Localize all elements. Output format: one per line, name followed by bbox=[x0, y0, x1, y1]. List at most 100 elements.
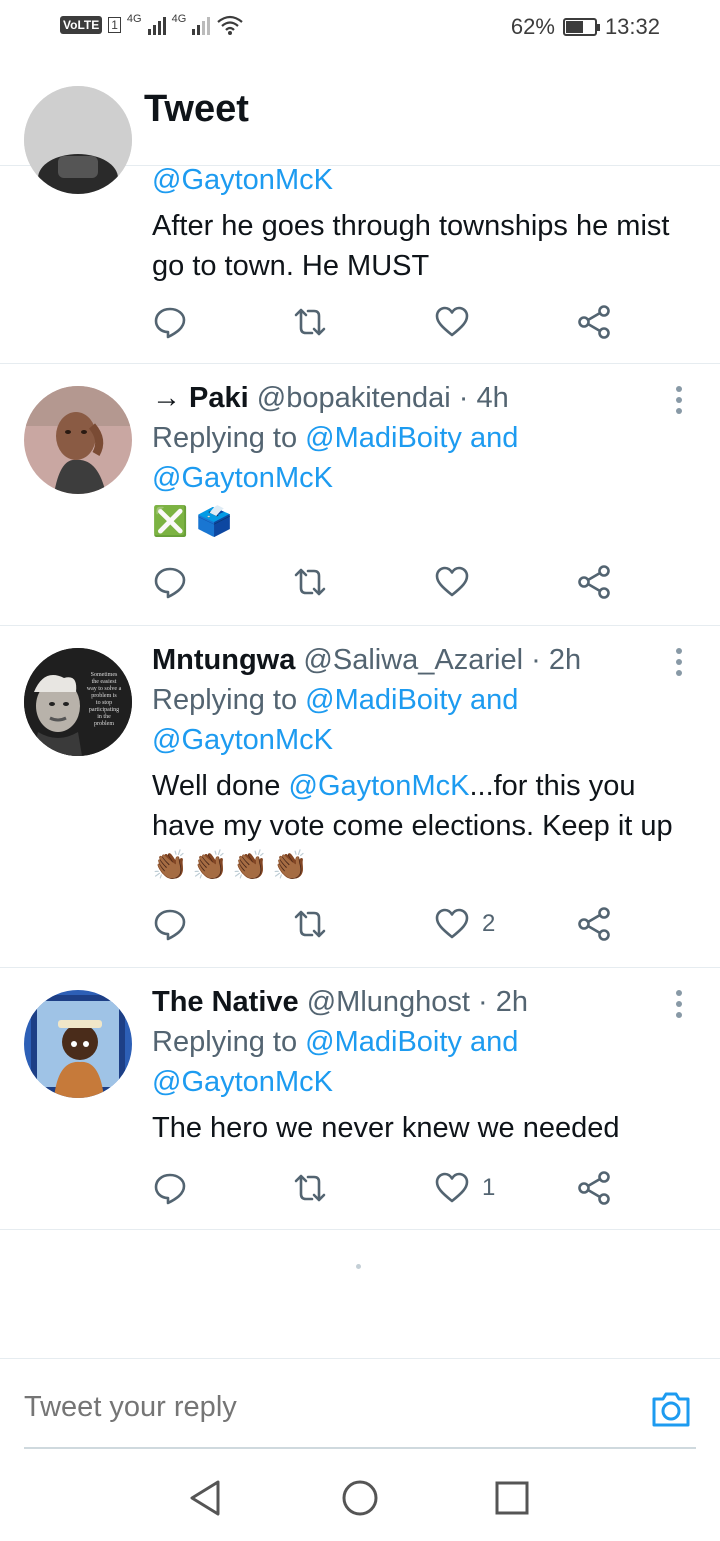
retweet-button[interactable] bbox=[292, 906, 328, 942]
reply-button[interactable] bbox=[152, 564, 188, 600]
avatar[interactable] bbox=[24, 386, 132, 494]
input-underline bbox=[24, 1447, 696, 1449]
battery-level-fill bbox=[565, 21, 584, 33]
tweet-card[interactable]: → Paki @bopakitendai · 4h Replying to @M… bbox=[0, 364, 720, 626]
share-button[interactable] bbox=[576, 564, 612, 600]
separator-dot: · bbox=[458, 382, 469, 414]
nav-back-icon[interactable] bbox=[186, 1478, 226, 1518]
share-button[interactable] bbox=[576, 906, 612, 942]
more-icon[interactable] bbox=[676, 386, 686, 414]
share-button[interactable] bbox=[576, 1170, 612, 1206]
volte-icon: VoLTE bbox=[60, 16, 103, 34]
separator-dot: · bbox=[531, 644, 541, 676]
like-button[interactable] bbox=[434, 564, 482, 600]
nav-home-icon[interactable] bbox=[340, 1478, 380, 1518]
author-handle[interactable]: @bopakitendai bbox=[257, 382, 451, 414]
like-button[interactable]: 2 bbox=[434, 906, 495, 942]
tweet-card[interactable]: The Native @Mlunghost · 2h Replying to @… bbox=[0, 968, 720, 1230]
status-bar: VoLTE 1 4G 4G 62% 13:32 bbox=[0, 0, 720, 54]
avatar-quote-line: way to solve a bbox=[87, 686, 122, 692]
tweet-author-line: Mntungwa @Saliwa_Azariel · 2h bbox=[152, 640, 690, 680]
like-icon bbox=[435, 908, 469, 939]
reply-button[interactable] bbox=[152, 304, 188, 340]
avatar-quote-line: Sometimes bbox=[91, 672, 118, 678]
reply-icon bbox=[154, 307, 186, 339]
author-handle[interactable]: @Mlunghost bbox=[307, 986, 470, 1018]
text-mention[interactable]: @GaytonMcK bbox=[289, 770, 470, 802]
tweet-card[interactable]: Sometimes the easiest way to solve a proble… bbox=[0, 626, 720, 968]
reply-mention[interactable]: @GaytonMcK bbox=[152, 462, 333, 494]
reply-icon bbox=[154, 1173, 186, 1205]
reply-icon bbox=[154, 909, 186, 941]
tweet-actions bbox=[152, 564, 622, 604]
clock: 13:32 bbox=[604, 14, 660, 39]
share-icon bbox=[578, 907, 610, 941]
reply-mention[interactable]: @MadiBoity and bbox=[305, 422, 518, 454]
like-count: 1 bbox=[482, 1174, 496, 1201]
avatar-quote-line: in the bbox=[97, 714, 111, 720]
status-right: 62% 13:32 bbox=[511, 14, 660, 40]
reply-icon bbox=[154, 567, 186, 599]
author-name[interactable]: → Paki bbox=[152, 382, 249, 414]
more-icon[interactable] bbox=[676, 648, 686, 676]
tweet-text: The hero we never knew we needed bbox=[152, 1112, 620, 1144]
retweet-button[interactable] bbox=[292, 1170, 328, 1206]
reply-button[interactable] bbox=[152, 906, 188, 942]
more-icon[interactable] bbox=[676, 990, 686, 1018]
like-icon bbox=[435, 1172, 469, 1203]
like-button[interactable] bbox=[434, 304, 482, 340]
reply-feed: @GaytonMcK After he goes through townshi… bbox=[0, 86, 720, 1230]
avatar-quote-line: participating bbox=[89, 707, 119, 713]
retweet-icon bbox=[294, 308, 326, 336]
avatar-quote-line: problem bbox=[94, 721, 114, 727]
avatar[interactable] bbox=[24, 86, 132, 194]
tweet-actions: 2 bbox=[152, 906, 622, 946]
like-icon bbox=[435, 566, 469, 597]
signal-icon-2 bbox=[192, 15, 211, 35]
reply-mention[interactable]: @GaytonMcK bbox=[152, 724, 333, 756]
retweet-icon bbox=[294, 910, 326, 938]
like-button[interactable]: 1 bbox=[434, 1170, 495, 1206]
retweet-button[interactable] bbox=[292, 564, 328, 600]
avatar-quote-line: the easiest bbox=[92, 679, 117, 685]
battery-icon bbox=[562, 18, 600, 36]
reply-mention[interactable]: @GaytonMcK bbox=[152, 1066, 333, 1098]
tweet-text-prefix: Well done bbox=[152, 770, 281, 802]
tweet-time: 2h bbox=[495, 986, 529, 1018]
reply-mention[interactable]: @MadiBoity and bbox=[305, 1026, 518, 1058]
retweet-icon bbox=[294, 1174, 326, 1202]
replying-prefix: Replying to bbox=[152, 422, 298, 454]
network-type-2: 4G bbox=[171, 13, 187, 25]
nav-recents-icon[interactable] bbox=[492, 1478, 532, 1518]
status-left: VoLTE 1 4G 4G bbox=[60, 13, 244, 36]
like-icon bbox=[435, 306, 469, 337]
share-icon bbox=[578, 565, 610, 599]
reply-mention[interactable]: @GaytonMcK bbox=[152, 160, 690, 200]
avatar[interactable] bbox=[24, 990, 132, 1098]
reply-mention[interactable]: @MadiBoity and bbox=[305, 684, 518, 716]
replying-to: Replying to @MadiBoity and bbox=[152, 418, 690, 458]
share-icon bbox=[578, 305, 610, 339]
tweet-author-line: → Paki @bopakitendai · 4h bbox=[152, 378, 690, 418]
loading-indicator bbox=[356, 1264, 361, 1269]
reply-input[interactable] bbox=[24, 1391, 584, 1424]
reply-composer bbox=[0, 1358, 720, 1450]
tweet-text: After he goes through townships he mist … bbox=[152, 210, 670, 282]
author-name[interactable]: The Native bbox=[152, 986, 299, 1018]
replying-prefix: Replying to bbox=[152, 684, 298, 716]
reply-button[interactable] bbox=[152, 1170, 188, 1206]
wifi-icon bbox=[217, 15, 243, 35]
camera-icon[interactable] bbox=[650, 1389, 692, 1429]
author-name[interactable]: Mntungwa bbox=[152, 644, 295, 676]
share-icon bbox=[578, 1171, 610, 1205]
retweet-button[interactable] bbox=[292, 304, 328, 340]
tweet-time: 4h bbox=[476, 382, 509, 414]
author-handle[interactable]: @Saliwa_Azariel bbox=[303, 644, 523, 676]
tweet-text: Well done @GaytonMcK...for this you have… bbox=[152, 766, 690, 846]
share-button[interactable] bbox=[576, 304, 612, 340]
separator-dot: · bbox=[478, 986, 488, 1018]
avatar[interactable]: Sometimes the easiest way to solve a proble… bbox=[24, 648, 132, 756]
tweet-card[interactable]: @GaytonMcK After he goes through townshi… bbox=[0, 86, 720, 364]
avatar-quote-line: to stop bbox=[96, 700, 112, 706]
tweet-actions: 1 bbox=[152, 1170, 622, 1210]
